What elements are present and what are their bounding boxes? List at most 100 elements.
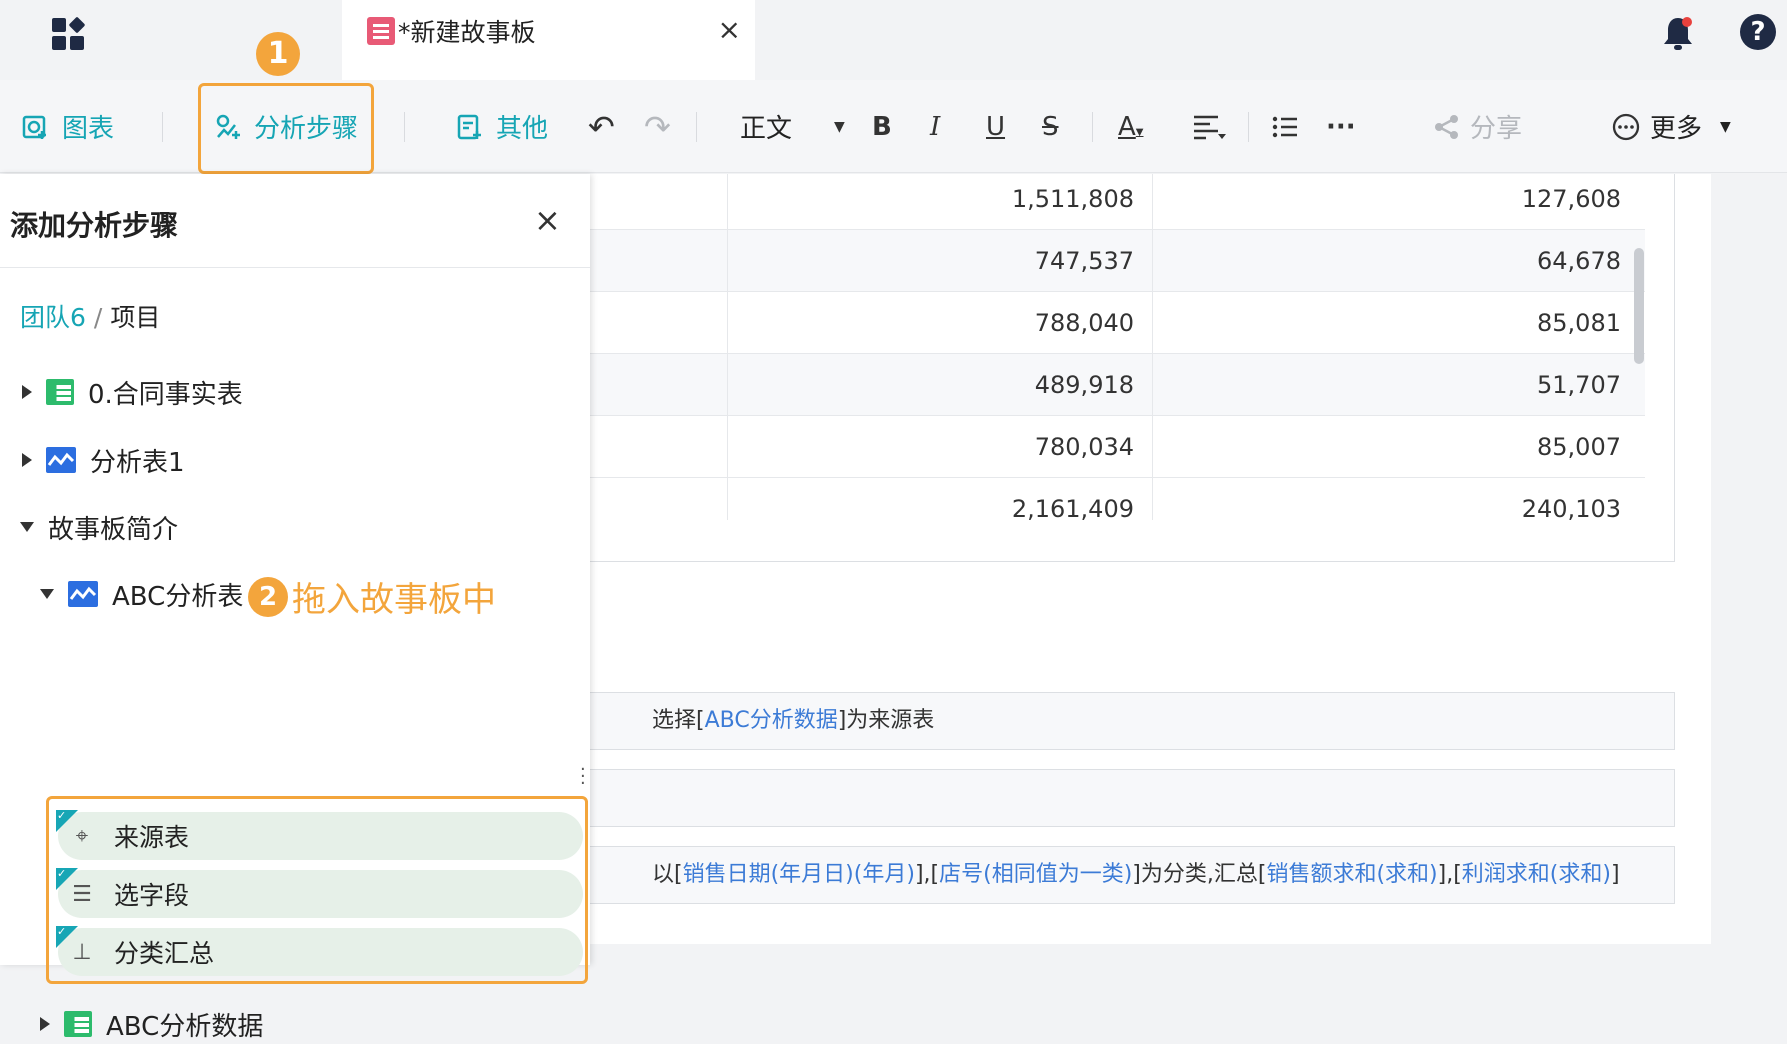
expand-arrow-icon[interactable]	[22, 385, 32, 399]
breadcrumb-team[interactable]: 团队6	[20, 303, 86, 332]
chevron-down-icon: ▼	[1720, 118, 1731, 135]
analysis-chart-icon	[46, 447, 76, 473]
analysis-steps-icon	[216, 114, 240, 139]
table-cell: 489,918	[727, 354, 1152, 416]
tab-storyboard[interactable]: *新建故事板 ×	[342, 0, 755, 80]
check-mark-icon	[56, 925, 78, 948]
step-link[interactable]: 销售日期(年月日)(年月)	[683, 862, 915, 887]
table-cell: 747,537	[727, 230, 1152, 292]
redo-icon[interactable]: ↷	[644, 80, 671, 173]
table-scrollbar[interactable]	[1634, 248, 1644, 364]
step-text: 以[	[652, 862, 683, 887]
panel-divider	[0, 267, 590, 268]
text-style-select[interactable]: 正文 ▼	[740, 80, 845, 173]
collapse-arrow-icon[interactable]	[20, 522, 34, 532]
share-icon	[1435, 114, 1458, 139]
more-circle-icon	[1612, 113, 1640, 140]
share-label: 分享	[1470, 114, 1523, 144]
breadcrumb-separator: /	[93, 303, 103, 332]
expand-arrow-icon[interactable]	[40, 1017, 50, 1031]
tab-title: *新建故事板	[398, 18, 536, 47]
step-text: ]为来源表	[837, 708, 935, 733]
bullet-list-icon	[1272, 116, 1297, 137]
check-mark-icon	[56, 867, 78, 890]
align-left-icon	[1194, 115, 1226, 139]
toolbar-divider	[404, 112, 405, 142]
canvas-margin	[590, 944, 1711, 965]
toolbar-divider	[696, 112, 697, 142]
app-menu-icon[interactable]	[48, 14, 88, 54]
table-cell: 85,081	[1152, 292, 1645, 354]
table-cell: 1,511,808	[727, 174, 1152, 230]
tab-close-icon[interactable]: ×	[718, 16, 741, 44]
font-color-button[interactable]: A ▼	[1118, 80, 1144, 173]
step-description-source[interactable]: 选择[ABC分析数据]为来源表	[590, 692, 1675, 750]
toolbar: 图表 分析步骤 其他 ↶ ↷ 正文 ▼ B I U S A ▼ ··· 分享 更…	[0, 80, 1787, 173]
tree-item-abc-analysis-table[interactable]: ABC分析表	[40, 574, 243, 614]
panel-title: 添加分析步骤	[10, 209, 179, 242]
expand-arrow-icon[interactable]	[22, 453, 32, 467]
step-link[interactable]: 销售额求和(求和)	[1266, 862, 1437, 887]
other-button-label: 其他	[496, 114, 549, 144]
chart-button[interactable]: 图表	[22, 80, 114, 173]
table-row: 788,040 85,081	[590, 292, 1645, 354]
step-description-group[interactable]: 以[销售日期(年月日)(年月)],[店号(相同值为一类)]为分类,汇总[销售额求…	[590, 846, 1675, 904]
step-text: 选择[	[652, 708, 705, 733]
table-row: 780,034 85,007	[590, 416, 1645, 478]
collapse-arrow-icon[interactable]	[40, 589, 54, 599]
tree-item-label: 0.合同事实表	[88, 379, 243, 410]
notification-bell-icon[interactable]	[1660, 14, 1696, 54]
step-text: ],[	[914, 862, 940, 887]
bullet-list-button[interactable]	[1272, 80, 1298, 173]
table-row: 489,918 51,707	[590, 354, 1645, 416]
tree-item-label: 故事板简介	[48, 514, 179, 545]
table-cell: 780,034	[727, 416, 1152, 478]
table-row: 747,537 64,678	[590, 230, 1645, 292]
toolbar-divider	[1248, 112, 1249, 142]
table-icon	[46, 379, 74, 405]
step-link[interactable]: 店号(相同值为一类)	[939, 862, 1132, 887]
italic-button[interactable]: I	[930, 80, 940, 173]
breadcrumb: 团队6/项目	[20, 298, 160, 334]
other-button[interactable]: 其他	[456, 80, 548, 173]
step-link[interactable]: ABC分析数据	[705, 708, 838, 733]
analysis-steps-label: 分析步骤	[254, 114, 359, 144]
step-item-group-summary[interactable]: ⊥ 分类汇总	[56, 925, 583, 976]
table-cell: 127,608	[1152, 174, 1645, 230]
tree-item-storyboard-intro[interactable]: 故事板简介	[20, 507, 178, 547]
bold-button[interactable]: B	[872, 80, 892, 173]
step-link[interactable]: 利润求和(求和)	[1462, 862, 1611, 887]
step-item-source-table[interactable]: ⌖ 来源表	[56, 809, 583, 860]
kebab-menu-icon[interactable]: · · ·	[580, 761, 586, 793]
help-icon[interactable]: ?	[1740, 14, 1776, 50]
underline-button[interactable]: U	[986, 80, 1005, 173]
more-format-icon[interactable]: ···	[1326, 80, 1356, 173]
font-color-icon: A	[1118, 111, 1136, 142]
tree-item-label: ABC分析数据	[106, 1011, 264, 1042]
breadcrumb-project: 项目	[110, 303, 161, 332]
tree-item-contract-fact-table[interactable]: 0.合同事实表	[22, 372, 243, 412]
toolbar-divider	[1092, 112, 1093, 142]
panel-close-icon[interactable]: ×	[534, 204, 561, 236]
table-cell: 788,040	[727, 292, 1152, 354]
undo-icon[interactable]: ↶	[588, 80, 615, 173]
canvas-margin	[1711, 174, 1787, 965]
tree-item-abc-analysis-data[interactable]: ABC分析数据	[40, 1004, 263, 1044]
chevron-down-icon: ▼	[834, 118, 845, 135]
text-style-value: 正文	[740, 114, 793, 144]
analysis-steps-button[interactable]: 分析步骤	[214, 80, 358, 173]
step-text: ]	[1610, 862, 1620, 887]
step-item-label: 选字段	[114, 881, 190, 910]
table-cell: 51,707	[1152, 354, 1645, 416]
strikethrough-button[interactable]: S	[1042, 80, 1059, 173]
tree-item-analysis-table-1[interactable]: 分析表1	[22, 440, 185, 480]
step-item-label: 来源表	[114, 823, 190, 852]
add-other-icon	[457, 114, 481, 139]
share-button[interactable]: 分享	[1434, 80, 1522, 173]
check-mark-icon	[56, 809, 78, 832]
data-table: 1,511,808 127,608 747,537 64,678 788,040…	[590, 174, 1675, 562]
step-item-select-fields[interactable]: ☰ 选字段	[56, 867, 583, 918]
align-button[interactable]	[1192, 80, 1226, 173]
step-description-fields[interactable]	[590, 769, 1675, 827]
more-button[interactable]: 更多 ▼	[1612, 80, 1731, 173]
